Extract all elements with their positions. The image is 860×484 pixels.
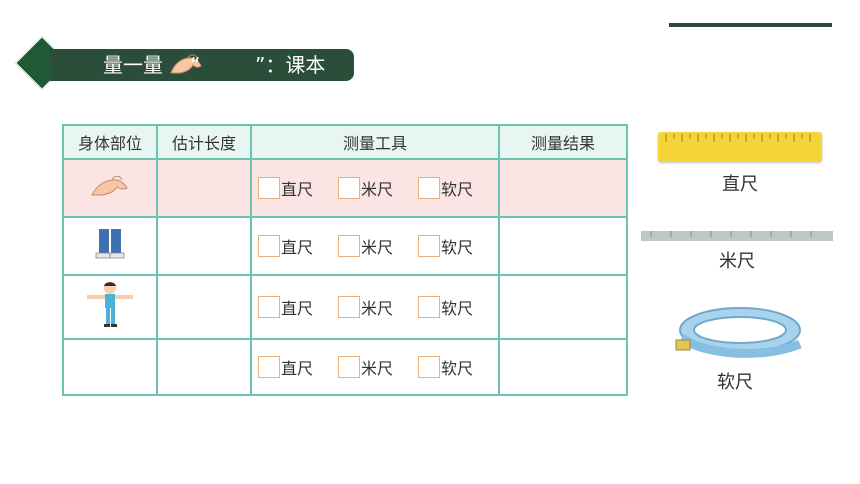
tool-option-ruler[interactable]: 直尺 (258, 355, 338, 379)
meter-stick-label: 米尺 (361, 180, 394, 199)
table-row: 直尺 米尺 软尺 (62, 338, 628, 396)
ruler-label: 直尺 (281, 238, 314, 257)
tool-cell: 直尺 米尺 软尺 (250, 216, 500, 276)
estimate-cell[interactable] (156, 216, 252, 276)
tape-side-label: 软尺 (717, 372, 753, 393)
tape-checkbox[interactable] (418, 235, 440, 257)
header-tool: 测量工具 (250, 124, 500, 160)
arm-span-boy-icon (87, 282, 133, 327)
tool-option-tape[interactable]: 软尺 (418, 355, 498, 379)
legs-icon (95, 229, 125, 259)
estimate-cell[interactable] (156, 338, 252, 396)
tool-option-tape[interactable]: 软尺 (418, 234, 498, 258)
title-quote-open: “ (190, 53, 201, 77)
meter-stick-illustration (641, 231, 833, 241)
tool-cell: 直尺 米尺 软尺 (250, 158, 500, 218)
ruler-label: 直尺 (281, 359, 314, 378)
body-part-cell (62, 338, 158, 396)
header-body-part: 身体部位 (62, 124, 158, 160)
tool-cell: 直尺 米尺 软尺 (250, 274, 500, 340)
tool-option-tape[interactable]: 软尺 (418, 176, 498, 200)
tool-option-tape[interactable]: 软尺 (418, 295, 498, 319)
title-left-text: 量一量 (103, 53, 163, 77)
estimate-cell[interactable] (156, 274, 252, 340)
tool-option-ruler[interactable]: 直尺 (258, 295, 338, 319)
result-cell[interactable] (498, 274, 628, 340)
body-part-cell (62, 158, 158, 218)
section-title-bar: 量一量 “ ”：课本 (50, 49, 354, 81)
table-header-row: 身体部位 估计长度 测量工具 测量结果 (62, 124, 628, 160)
tool-option-ruler[interactable]: 直尺 (258, 176, 338, 200)
tape-label: 软尺 (441, 180, 474, 199)
meter-stick-checkbox[interactable] (338, 235, 360, 257)
ruler-checkbox[interactable] (258, 356, 280, 378)
meter-stick-checkbox[interactable] (338, 177, 360, 199)
tool-cell: 直尺 米尺 软尺 (250, 338, 500, 396)
tape-checkbox[interactable] (418, 356, 440, 378)
tape-measure-illustration (675, 307, 802, 358)
meter-stick-checkbox[interactable] (338, 296, 360, 318)
table-row: 直尺 米尺 软尺 (62, 274, 628, 340)
table-row: 直尺 米尺 软尺 (62, 216, 628, 276)
ruler-checkbox[interactable] (258, 177, 280, 199)
tool-option-ruler[interactable]: 直尺 (258, 234, 338, 258)
result-cell[interactable] (498, 338, 628, 396)
body-part-cell (62, 216, 158, 276)
ruler-label: 直尺 (281, 299, 314, 318)
top-rule (669, 23, 832, 27)
body-part-cell (62, 274, 158, 340)
tape-label: 软尺 (441, 299, 474, 318)
result-cell[interactable] (498, 158, 628, 218)
tape-checkbox[interactable] (418, 296, 440, 318)
ruler-label: 直尺 (281, 180, 314, 199)
estimate-cell[interactable] (156, 158, 252, 218)
header-estimate: 估计长度 (156, 124, 252, 160)
tape-checkbox[interactable] (418, 177, 440, 199)
tool-option-meter-stick[interactable]: 米尺 (338, 176, 418, 200)
ruler-illustration (658, 132, 822, 162)
meter-stick-checkbox[interactable] (338, 356, 360, 378)
meter-stick-side-label: 米尺 (719, 251, 755, 272)
tape-label: 软尺 (441, 238, 474, 257)
tape-label: 软尺 (441, 359, 474, 378)
header-result: 测量结果 (498, 124, 628, 160)
tool-option-meter-stick[interactable]: 米尺 (338, 295, 418, 319)
meter-stick-label: 米尺 (361, 359, 394, 378)
tool-option-meter-stick[interactable]: 米尺 (338, 355, 418, 379)
ruler-checkbox[interactable] (258, 296, 280, 318)
ruler-checkbox[interactable] (258, 235, 280, 257)
hand-span-icon (91, 175, 128, 196)
result-cell[interactable] (498, 216, 628, 276)
meter-stick-label: 米尺 (361, 299, 394, 318)
tool-option-meter-stick[interactable]: 米尺 (338, 234, 418, 258)
measurement-table: 身体部位 估计长度 测量工具 测量结果 直尺 米尺 软尺 直尺 米尺 软尺 直尺… (62, 124, 628, 396)
table-row: 直尺 米尺 软尺 (62, 158, 628, 218)
ruler-side-label: 直尺 (722, 174, 758, 195)
meter-stick-label: 米尺 (361, 238, 394, 257)
title-right-text: ”：课本 (255, 53, 326, 77)
